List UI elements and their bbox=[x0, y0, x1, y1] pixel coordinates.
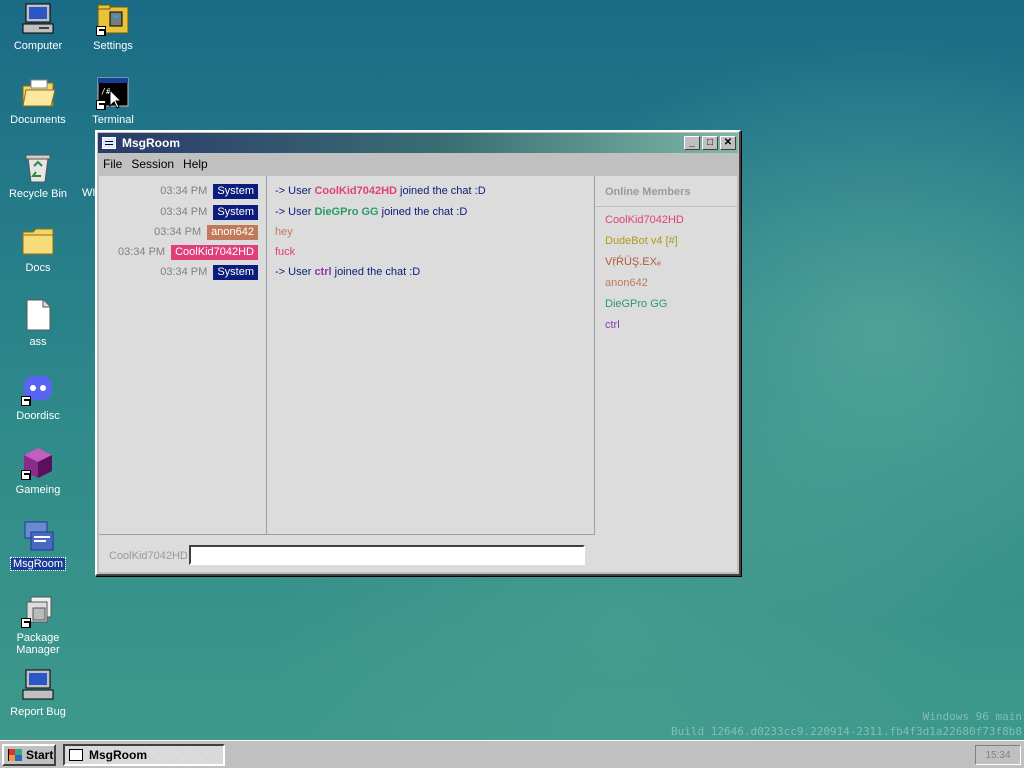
message-text: -> User ctrl joined the chat :D bbox=[275, 266, 421, 278]
chat-input-bar: CoolKid7042HD bbox=[99, 534, 595, 572]
folder-open-icon bbox=[21, 76, 56, 110]
report-bug-computer-icon bbox=[21, 668, 55, 702]
taskbar-item-msgroom[interactable]: MsgRoom bbox=[63, 744, 225, 766]
menubar: File Session Help bbox=[97, 154, 739, 174]
message-username[interactable]: CoolKid7042HD bbox=[314, 185, 397, 197]
desktop-icon-gameing[interactable]: Gameing bbox=[0, 446, 76, 496]
recycle-bin-icon bbox=[21, 150, 55, 184]
chat-message-input[interactable] bbox=[189, 545, 585, 565]
desktop-icon-terminal[interactable]: /# Terminal bbox=[75, 76, 151, 126]
desktop-icon-doordisc[interactable]: Doordisc bbox=[0, 372, 76, 422]
chat-bubble-icon bbox=[102, 137, 116, 149]
settings-folder-icon bbox=[96, 2, 130, 36]
sender-badge[interactable]: anon642 bbox=[207, 224, 258, 240]
desktop-icon-ass[interactable]: ass bbox=[0, 298, 76, 348]
start-logo-icon bbox=[8, 749, 22, 761]
log-row: 03:34 PM System bbox=[160, 183, 258, 199]
member-item[interactable]: DudeBot v4 [#] bbox=[595, 231, 737, 252]
system-tray-clock[interactable]: 15:34 bbox=[975, 745, 1021, 765]
package-icon bbox=[21, 594, 55, 628]
game-cube-icon bbox=[21, 446, 55, 480]
start-button[interactable]: Start bbox=[2, 744, 56, 766]
computer-icon bbox=[21, 2, 55, 36]
member-item[interactable]: CoolKid7042HD bbox=[595, 210, 737, 231]
message-text: fuck bbox=[275, 246, 296, 258]
message-list: -> User CoolKid7042HD joined the chat :D… bbox=[267, 176, 595, 534]
member-item[interactable]: anon642 bbox=[595, 273, 737, 294]
message-text: -> User DieGPro GG joined the chat :D bbox=[275, 206, 468, 218]
message-meta-column: 03:34 PM System 03:34 PM System 03:34 PM… bbox=[99, 176, 267, 534]
file-icon bbox=[21, 298, 55, 332]
shortcut-arrow-icon bbox=[21, 470, 31, 480]
message-time: 03:34 PM bbox=[160, 206, 208, 218]
desktop-icon-docs[interactable]: Docs bbox=[0, 224, 76, 274]
desktop-icon-msgroom[interactable]: MsgRoom bbox=[0, 520, 76, 571]
message-username[interactable]: DieGPro GG bbox=[314, 206, 378, 218]
terminal-icon: /# bbox=[96, 76, 130, 110]
maximize-button[interactable]: □ bbox=[702, 136, 718, 150]
build-watermark-line1: Windows 96 main bbox=[922, 710, 1022, 723]
desktop-icon-documents[interactable]: Documents bbox=[0, 76, 76, 126]
member-item[interactable]: ctrl bbox=[595, 315, 737, 336]
log-row: 03:34 PM CoolKid7042HD bbox=[118, 244, 258, 260]
sender-badge[interactable]: System bbox=[213, 264, 258, 280]
window-title: MsgRoom bbox=[122, 136, 180, 150]
shortcut-arrow-icon bbox=[21, 618, 31, 628]
shortcut-arrow-icon bbox=[96, 100, 106, 110]
message-time: 03:34 PM bbox=[154, 226, 202, 238]
message-time: 03:34 PM bbox=[160, 185, 208, 197]
message-time: 03:34 PM bbox=[160, 266, 208, 278]
taskbar: Start MsgRoom 15:34 bbox=[0, 740, 1024, 768]
chat-bubble-icon bbox=[69, 749, 83, 761]
message-text: -> User CoolKid7042HD joined the chat :D bbox=[275, 185, 486, 197]
message-time: 03:34 PM bbox=[118, 246, 166, 258]
sender-badge[interactable]: System bbox=[213, 183, 258, 199]
desktop-icon-report-bug[interactable]: Report Bug bbox=[0, 668, 76, 718]
desktop-icon-settings[interactable]: Settings bbox=[75, 2, 151, 52]
partial-desktop-label: WI bbox=[82, 187, 96, 199]
minimize-button[interactable]: _ bbox=[684, 136, 700, 150]
desktop-icon-package-manager[interactable]: Package Manager bbox=[0, 594, 76, 656]
menu-session[interactable]: Session bbox=[131, 157, 174, 171]
doordisc-icon bbox=[21, 372, 55, 406]
message-username[interactable]: ctrl bbox=[314, 266, 331, 278]
desktop-icon-computer[interactable]: Computer bbox=[0, 2, 76, 52]
sender-badge[interactable]: System bbox=[213, 204, 258, 220]
shortcut-arrow-icon bbox=[21, 396, 31, 406]
message-text: hey bbox=[275, 226, 293, 238]
msgroom-window[interactable]: MsgRoom _ □ ✕ File Session Help 03:34 PM… bbox=[95, 130, 741, 576]
menu-help[interactable]: Help bbox=[183, 157, 208, 171]
online-members-panel: Online Members CoolKid7042HD DudeBot v4 … bbox=[595, 176, 737, 572]
menu-file[interactable]: File bbox=[103, 157, 122, 171]
sender-badge[interactable]: CoolKid7042HD bbox=[171, 244, 258, 260]
online-members-header: Online Members bbox=[595, 176, 737, 207]
msgroom-icon bbox=[21, 520, 55, 554]
member-item[interactable]: DieGPro GG bbox=[595, 294, 737, 315]
desktop-icon-recycle-bin[interactable]: Recycle Bin bbox=[0, 150, 76, 200]
window-titlebar[interactable]: MsgRoom _ □ ✕ bbox=[98, 133, 738, 153]
folder-icon bbox=[21, 224, 55, 258]
build-watermark-line2: Build 12646.d0233cc9.220914-2311.fb4f3d1… bbox=[671, 725, 1022, 738]
log-row: 03:34 PM System bbox=[160, 264, 258, 280]
log-row: 03:34 PM System bbox=[160, 204, 258, 220]
svg-text:/#: /# bbox=[101, 87, 111, 96]
nickname-label: CoolKid7042HD bbox=[109, 550, 188, 562]
close-button[interactable]: ✕ bbox=[720, 136, 736, 150]
shortcut-arrow-icon bbox=[96, 26, 106, 36]
member-item[interactable]: VṝŔÜŞ.EXₑ bbox=[595, 252, 737, 273]
log-row: 03:34 PM anon642 bbox=[154, 224, 258, 240]
